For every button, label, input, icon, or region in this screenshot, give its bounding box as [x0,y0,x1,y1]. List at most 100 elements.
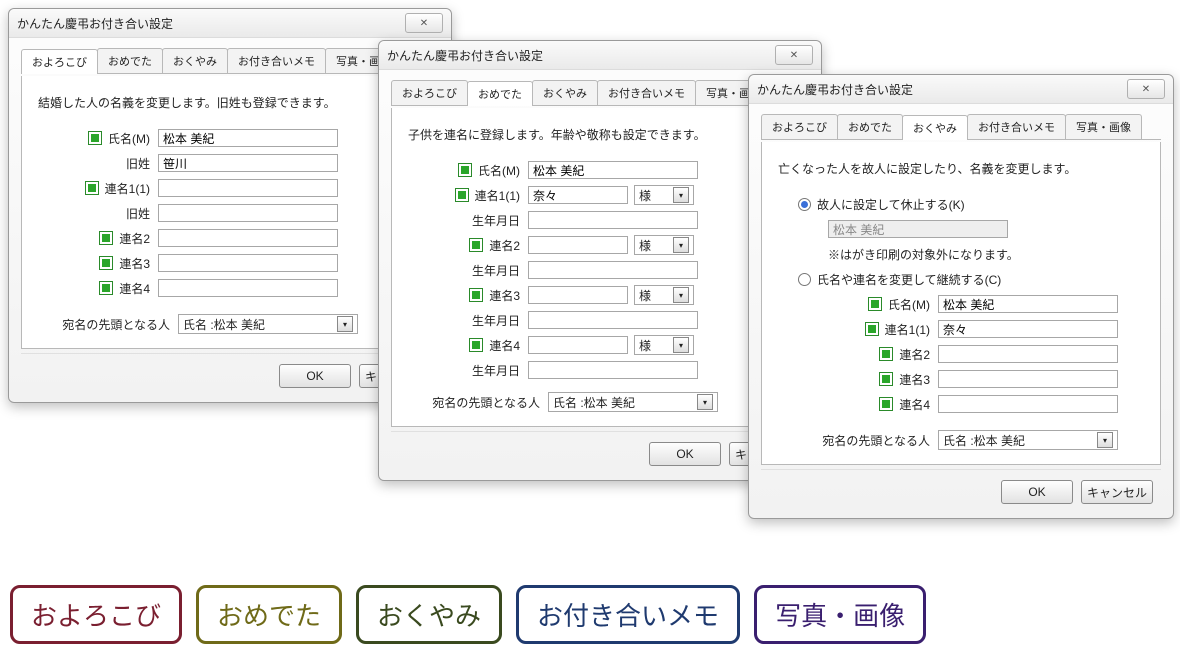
select-head-value: 氏名 :松本 美紀 [553,394,635,411]
close-icon[interactable]: ✕ [775,45,813,65]
marker-icon [458,163,472,177]
dialog-okuyami: かんたん慶弔お付き合い設定 ✕ およろこび おめでた おくやみ お付き合いメモ … [748,74,1174,519]
select-title-3-value: 様 [639,287,651,304]
tab-oyorokobi[interactable]: およろこび [391,80,468,105]
input-r2[interactable] [158,229,338,247]
tab-memo[interactable]: お付き合いメモ [597,80,696,105]
marker-icon [879,372,893,386]
label-r2: 連名2 [489,237,520,254]
tab-photo[interactable]: 写真・画像 [1065,114,1142,139]
ok-button[interactable]: OK [1001,480,1073,504]
input-r3[interactable] [938,370,1118,388]
input-r4[interactable] [158,279,338,297]
chevron-down-icon[interactable]: ▾ [1097,432,1113,448]
marker-icon [879,347,893,361]
label-r1: 連名1(1) [105,180,150,197]
input-name[interactable] [158,129,338,147]
label-head: 宛名の先頭となる人 [432,394,540,411]
select-head[interactable]: 氏名 :松本 美紀▾ [938,430,1118,450]
select-title-4[interactable]: 様▾ [634,335,694,355]
select-title-1[interactable]: 様▾ [634,185,694,205]
select-title-3[interactable]: 様▾ [634,285,694,305]
input-dob-2[interactable] [528,261,698,279]
tab-omedeta[interactable]: おめでた [97,48,163,73]
input-dob-4[interactable] [528,361,698,379]
tab-message: 亡くなった人を故人に設定したり、名義を変更します。 [778,160,1144,177]
input-maiden[interactable] [158,154,338,172]
tab-okuyami[interactable]: おくやみ [532,80,598,105]
badge-omedeta: おめでた [196,585,342,644]
dialog-title: かんたん慶弔お付き合い設定 [757,81,1127,98]
label-r4: 連名4 [119,280,150,297]
input-r3[interactable] [528,286,628,304]
tab-message: 子供を連名に登録します。年齢や敬称も設定できます。 [408,126,792,143]
chevron-down-icon[interactable]: ▾ [337,316,353,332]
label-dob: 生年月日 [472,312,520,329]
tab-omedeta[interactable]: おめでた [467,81,533,106]
tabstrip: およろこび おめでた おくやみ お付き合いメモ 写真・画像 [21,48,439,74]
input-name[interactable] [938,295,1118,313]
label-dob: 生年月日 [472,362,520,379]
label-maiden2: 旧姓 [126,205,150,222]
input-name[interactable] [528,161,698,179]
chevron-down-icon[interactable]: ▾ [673,237,689,253]
label-maiden: 旧姓 [126,155,150,172]
marker-icon [99,231,113,245]
label-name: 氏名(M) [478,162,520,179]
label-dob: 生年月日 [472,262,520,279]
badge-oyorokobi: およろこび [10,585,182,644]
tab-okuyami[interactable]: おくやみ [902,115,968,140]
tab-okuyami[interactable]: おくやみ [162,48,228,73]
radio-continue[interactable] [798,273,811,286]
tabstrip: およろこび おめでた おくやみ お付き合いメモ 写真・画像 [391,80,809,106]
radio-deceased[interactable] [798,198,811,211]
input-r4[interactable] [938,395,1118,413]
chevron-down-icon[interactable]: ▾ [673,337,689,353]
marker-icon [865,322,879,336]
input-r3[interactable] [158,254,338,272]
select-title-2-value: 様 [639,237,651,254]
input-r1[interactable] [528,186,628,204]
label-name: 氏名(M) [888,296,930,313]
badge-okuyami: おくやみ [356,585,502,644]
select-head[interactable]: 氏名 :松本 美紀▾ [178,314,358,334]
chevron-down-icon[interactable]: ▾ [673,187,689,203]
cancel-button[interactable]: キャンセル [1081,480,1153,504]
label-name: 氏名(M) [108,130,150,147]
ok-button[interactable]: OK [279,364,351,388]
tab-oyorokobi[interactable]: およろこび [21,49,98,74]
input-r2[interactable] [528,236,628,254]
tab-memo[interactable]: お付き合いメモ [227,48,326,73]
select-head[interactable]: 氏名 :松本 美紀 ▾ [548,392,718,412]
input-r1[interactable] [158,179,338,197]
label-r3: 連名3 [119,255,150,272]
input-r4[interactable] [528,336,628,354]
label-head: 宛名の先頭となる人 [822,432,930,449]
label-r4: 連名4 [489,337,520,354]
close-icon[interactable]: ✕ [1127,79,1165,99]
bottom-badges: およろこび おめでた おくやみ お付き合いメモ 写真・画像 [10,585,1170,644]
select-title-2[interactable]: 様▾ [634,235,694,255]
label-dob: 生年月日 [472,212,520,229]
ok-button[interactable]: OK [649,442,721,466]
input-dob-3[interactable] [528,311,698,329]
chevron-down-icon[interactable]: ▾ [697,394,713,410]
tab-omedeta[interactable]: おめでた [837,114,903,139]
input-r1[interactable] [938,320,1118,338]
input-maiden2[interactable] [158,204,338,222]
tab-oyorokobi[interactable]: およろこび [761,114,838,139]
tab-memo[interactable]: お付き合いメモ [967,114,1066,139]
marker-icon [455,188,469,202]
input-dob-1[interactable] [528,211,698,229]
close-icon[interactable]: ✕ [405,13,443,33]
marker-icon [469,238,483,252]
marker-icon [868,297,882,311]
tabstrip: およろこび おめでた おくやみ お付き合いメモ 写真・画像 [761,114,1161,140]
note-text: ※はがき印刷の対象外になります。 [828,246,1019,263]
label-r4: 連名4 [899,396,930,413]
marker-icon [99,281,113,295]
input-r2[interactable] [938,345,1118,363]
chevron-down-icon[interactable]: ▾ [673,287,689,303]
titlebar: かんたん慶弔お付き合い設定 ✕ [379,41,821,70]
label-r3: 連名3 [489,287,520,304]
